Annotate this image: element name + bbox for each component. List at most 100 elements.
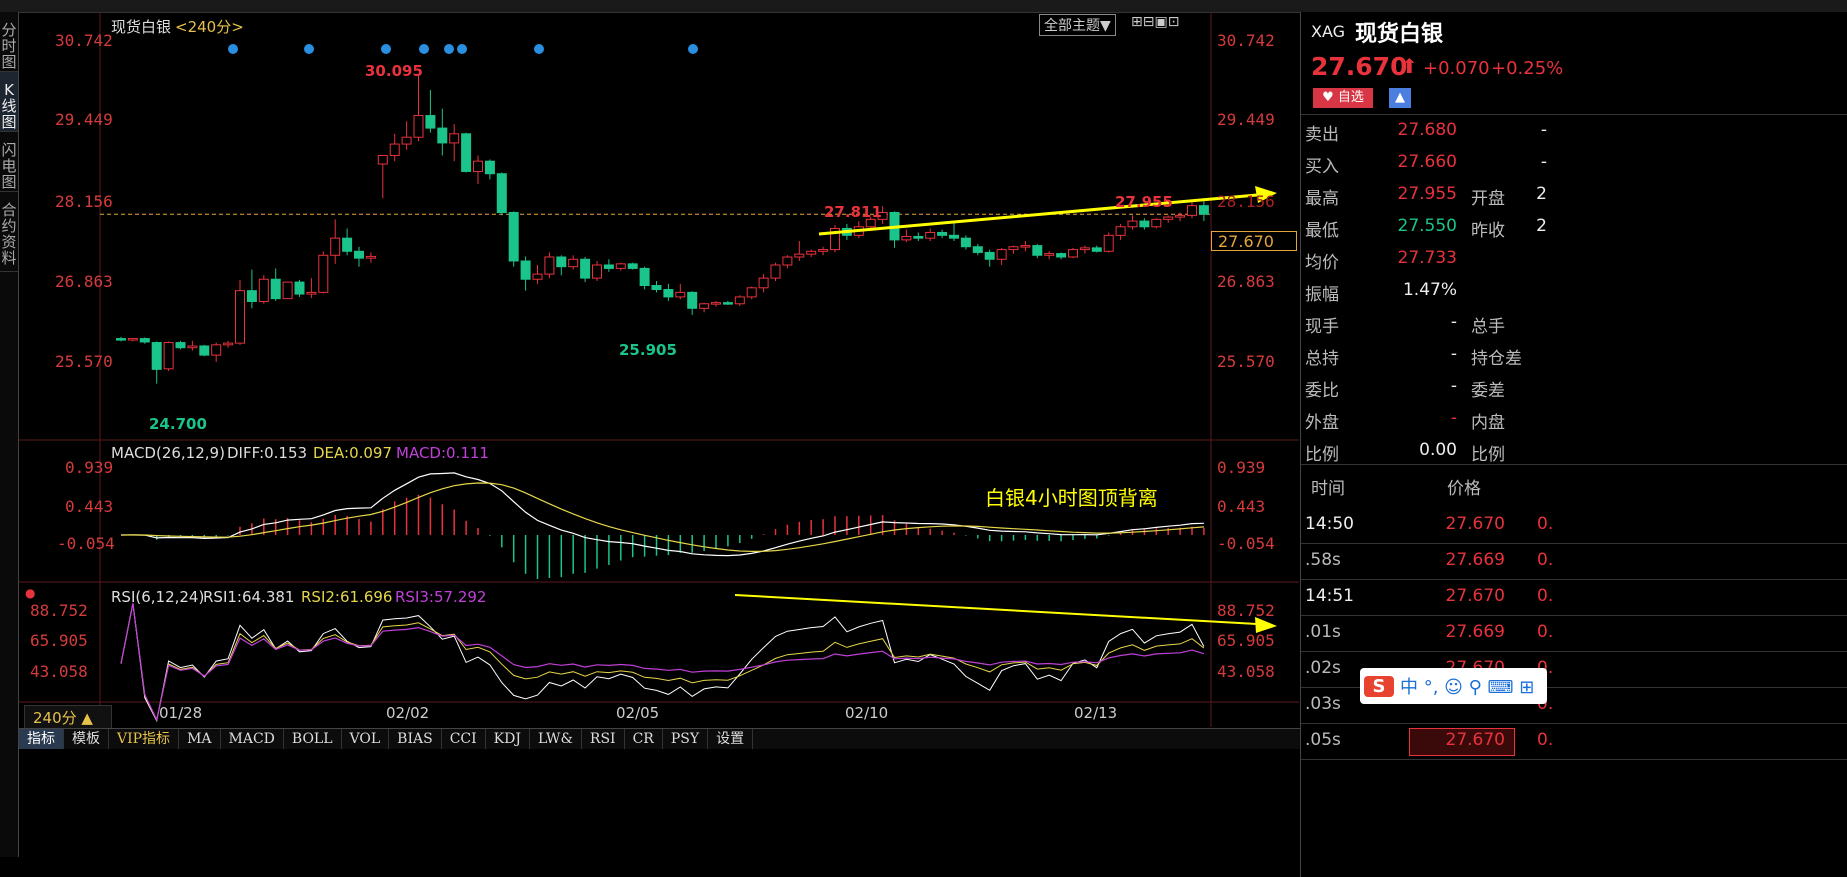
tick-time: .58s (1305, 550, 1341, 570)
quote-row: 最高 27.955 开盘 2 (1301, 184, 1847, 216)
candle-body (1151, 218, 1162, 228)
quote-row: 外盘 - 内盘 (1301, 408, 1847, 440)
macd-value: MACD:0.111 (396, 444, 489, 462)
candle-body (449, 133, 460, 144)
rsi-tick-2: 65.905 (30, 631, 88, 650)
tab-boll[interactable]: BOLL (284, 729, 342, 749)
quote-row-label2: 昨收 (1471, 221, 1505, 241)
y-tick-1: 30.742 (55, 31, 113, 50)
tick-price: 27.670 (1445, 730, 1505, 750)
candle-body (270, 278, 281, 300)
candle-body (1163, 216, 1174, 220)
quote-row-value: - (1450, 376, 1457, 396)
event-dot-icon (228, 44, 238, 54)
candle-body (246, 290, 257, 302)
quote-row-label2: 开盘 (1471, 189, 1505, 209)
macd-diff: DIFF:0.153 (227, 444, 308, 462)
theme-select[interactable]: 全部主题▼ (1039, 14, 1116, 36)
ticks-price-header: 价格 (1447, 479, 1481, 499)
tab-ma[interactable]: MA (179, 729, 221, 749)
tab-timeshare[interactable]: 分时图 (0, 12, 18, 72)
candle-body (687, 291, 698, 309)
y-tick-r2: 29.449 (1217, 110, 1275, 129)
quote-row: 卖出 27.680 - (1301, 120, 1847, 152)
tab-vol[interactable]: VOL (342, 729, 390, 749)
candle-body (711, 302, 721, 305)
bell-icon[interactable]: ▲ (1389, 88, 1411, 108)
ticks-time-header: 时间 (1311, 479, 1345, 499)
quote-row-value: 27.733 (1397, 248, 1457, 268)
date-label: 02/13 (1074, 704, 1118, 722)
candle-body (722, 302, 733, 305)
y-tick-r5: 25.570 (1217, 352, 1275, 371)
ime-logo-icon[interactable]: S (1364, 675, 1394, 697)
tab-flash[interactable]: 闪电图 (0, 132, 18, 192)
tab-psy[interactable]: PSY (663, 729, 709, 749)
candle-body (1139, 220, 1150, 228)
ime-toolbar[interactable]: S 中 °, ☺ ⚲ ⌨ ⊞ (1360, 668, 1547, 704)
tick-price: 27.670 (1445, 514, 1505, 534)
y-tick-5: 25.570 (55, 352, 113, 371)
tick-price: 27.669 (1445, 622, 1505, 642)
tab-kline[interactable]: K线图 (0, 72, 18, 132)
high-label: 30.095 (365, 62, 423, 80)
quote-row-label: 振幅 (1305, 285, 1339, 305)
tab-rsi[interactable]: RSI (582, 729, 625, 749)
period-selector[interactable]: 240分 ▲ (24, 705, 112, 729)
tab-lw[interactable]: LW& (530, 729, 582, 749)
candle-body (342, 237, 353, 252)
rsi2-value: RSI2:61.696 (301, 588, 393, 606)
candle-body (175, 342, 186, 349)
quote-row-label: 买入 (1305, 157, 1339, 177)
quote-row-value: 27.680 (1397, 120, 1457, 140)
quote-row-label2: 持仓差 (1471, 349, 1522, 369)
tick-row: .05s 27.670 0. (1301, 724, 1847, 760)
quote-row-value: - (1450, 408, 1457, 428)
candle-body (425, 115, 436, 129)
quote-row-value: 0.00 (1419, 440, 1457, 460)
macd-tick-1: 0.939 (65, 458, 114, 477)
ime-icons[interactable]: 中 °, ☺ ⚲ ⌨ ⊞ (1400, 673, 1534, 699)
price-change-pct: +0.25% (1491, 58, 1564, 79)
low2-label: 25.905 (619, 341, 677, 359)
candle-body (461, 133, 472, 172)
candle-body (1115, 226, 1126, 236)
tab-vip-indicator[interactable]: VIP指标 (109, 729, 180, 749)
date-label: 02/10 (845, 704, 889, 722)
tab-cci[interactable]: CCI (442, 729, 486, 749)
tab-contract-info[interactable]: 合约资料 (0, 192, 18, 272)
quote-row-label2: 委差 (1471, 381, 1505, 401)
chart-period: <240分> (175, 18, 244, 36)
quote-row-label: 比例 (1305, 445, 1339, 465)
candle-body (235, 290, 245, 344)
candle-body (782, 256, 793, 266)
candle-body (330, 237, 341, 256)
rsi1-value: RSI1:64.381 (203, 588, 295, 606)
candle-body (770, 264, 781, 279)
add-watchlist-button[interactable]: ♥ 自选 (1313, 88, 1373, 108)
layout-icons[interactable]: ⊞⊟▣⊡ (1131, 14, 1179, 30)
rsi-settings-icon[interactable]: ● (25, 586, 35, 600)
tab-indicator[interactable]: 指标 (19, 729, 64, 749)
watch-label: 自选 (1337, 90, 1364, 105)
quote-panel: XAG 现货白银 27.670 ⬆ +0.070 +0.25% ♥ 自选 ▲ 卖… (1300, 12, 1847, 877)
y-tick-r4: 26.863 (1217, 272, 1275, 291)
quote-row-label: 最高 (1305, 189, 1339, 209)
tab-cr[interactable]: CR (625, 729, 663, 749)
quote-row: 买入 27.660 - (1301, 152, 1847, 184)
candle-body (473, 160, 483, 172)
tab-macd[interactable]: MACD (221, 729, 284, 749)
candle-body (972, 246, 983, 253)
tab-bias[interactable]: BIAS (389, 729, 442, 749)
tick-row: .58s 27.669 0. (1301, 544, 1847, 580)
current-price-tag: 27.670 (1211, 231, 1297, 251)
candle-body (818, 249, 829, 252)
tab-template[interactable]: 模板 (64, 729, 109, 749)
candle-body (544, 256, 555, 275)
y-tick-4: 26.863 (55, 272, 113, 291)
tab-kdj[interactable]: KDJ (486, 729, 530, 749)
candle-body (627, 263, 638, 269)
macd-tick-3: -0.054 (57, 534, 115, 553)
tab-settings[interactable]: 设置 (708, 729, 754, 749)
candle-body (1068, 249, 1078, 258)
